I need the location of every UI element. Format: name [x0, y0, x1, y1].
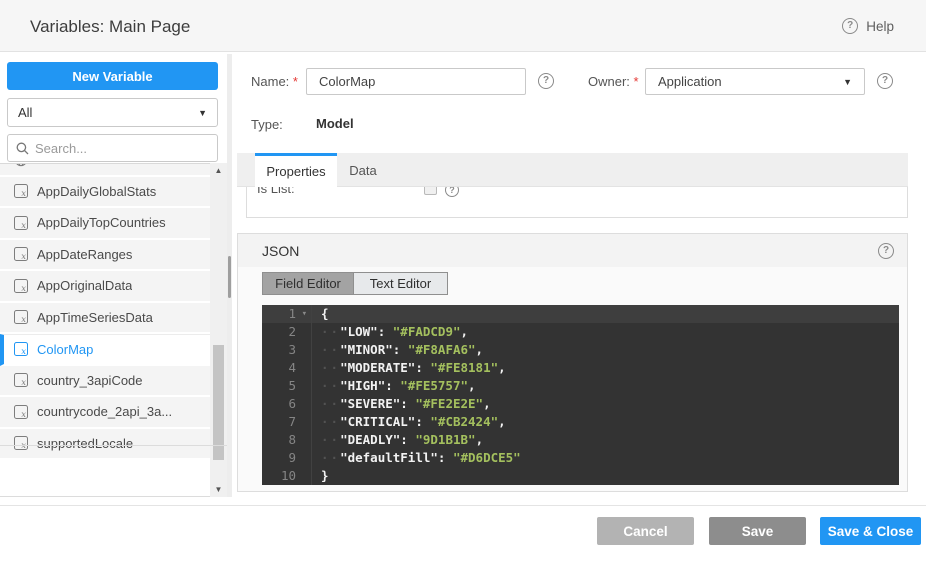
variable-icon: x [14, 436, 28, 450]
filter-dropdown[interactable]: All ▼ [7, 98, 218, 127]
save-button[interactable]: Save [709, 517, 806, 545]
new-variable-button[interactable]: New Variable [7, 62, 218, 90]
code-line: 6 ··"SEVERE": "#FE2E2E", [262, 395, 899, 413]
list-item[interactable]: x AppDailyTopCountries [0, 208, 210, 240]
scroll-up-icon[interactable]: ▲ [210, 166, 227, 175]
required-asterisk: * [293, 74, 298, 89]
json-section: JSON ? Field Editor Text Editor 1▾ { 2 ·… [237, 233, 908, 492]
list-item-label: wsvTimeSeriesData [37, 163, 152, 167]
list-item[interactable]: x countrycode_2api_3a... [0, 397, 210, 429]
list-item[interactable]: wsvTimeSeriesData [0, 163, 210, 177]
list-item-label: AppDailyTopCountries [37, 215, 166, 230]
chevron-down-icon: ▼ [198, 108, 207, 118]
list-item[interactable]: x AppDateRanges [0, 240, 210, 272]
fold-caret-icon[interactable]: ▾ [302, 305, 307, 323]
list-item-label: AppOriginalData [37, 278, 132, 293]
code-line: 10 } [262, 467, 899, 485]
is-list-help-icon[interactable]: ? [445, 187, 459, 197]
list-item[interactable]: x AppTimeSeriesData [0, 303, 210, 335]
help-icon: ? [842, 18, 858, 34]
variables-dialog: Variables: Main Page ? Help New Variable… [0, 0, 926, 562]
tab-strip: Properties Data [237, 153, 908, 187]
list-scrollbar: ▲ ▼ [210, 163, 227, 497]
variable-icon: x [14, 310, 28, 324]
panel-scrollbar-thumb[interactable] [228, 256, 231, 298]
tab-properties[interactable]: Properties [255, 153, 337, 187]
save-close-button[interactable]: Save & Close [820, 517, 921, 545]
owner-label: Owner: * [588, 74, 639, 89]
variable-icon: x [14, 373, 28, 387]
variable-detail-panel: Name: * ? Owner: * Application ▼ ? Type:… [236, 52, 926, 505]
is-list-row: Is List: ? [246, 187, 908, 218]
type-value: Model [316, 116, 354, 131]
variable-icon: x [14, 279, 28, 293]
code-line: 5 ··"HIGH": "#FE5757", [262, 377, 899, 395]
list-item-label: AppTimeSeriesData [37, 310, 153, 325]
tab-data[interactable]: Data [337, 153, 389, 187]
text-editor-button[interactable]: Text Editor [354, 273, 447, 294]
help-link[interactable]: ? Help [842, 18, 894, 34]
code-line: 7 ··"CRITICAL": "#CB2424", [262, 413, 899, 431]
required-asterisk: * [634, 74, 639, 89]
list-item-label: ColorMap [37, 342, 93, 357]
sidebar-bottom-border [0, 445, 227, 446]
panel-scrollbar [227, 54, 232, 497]
variable-icon: x [14, 342, 28, 356]
name-help-icon[interactable]: ? [538, 73, 554, 89]
list-item-label: AppDateRanges [37, 247, 132, 262]
list-item[interactable]: x country_3apiCode [0, 366, 210, 398]
variable-list: wsvTimeSeriesData x AppDailyGlobalStats … [0, 163, 227, 497]
list-item[interactable]: x AppDailyGlobalStats [0, 177, 210, 209]
chevron-down-icon: ▼ [843, 77, 852, 87]
json-help-icon[interactable]: ? [878, 243, 894, 259]
dialog-header: Variables: Main Page ? Help [0, 0, 926, 52]
is-list-label: Is List: [257, 187, 295, 196]
search-icon [16, 142, 29, 155]
variable-icon: x [14, 247, 28, 261]
code-line: 9 ··"defaultFill": "#D6DCE5" [262, 449, 899, 467]
code-line: 4 ··"MODERATE": "#FE8181", [262, 359, 899, 377]
list-item-label: supportedLocale [37, 436, 133, 451]
code-line: 8 ··"DEADLY": "9D1B1B", [262, 431, 899, 449]
variables-sidebar: New Variable All ▼ [0, 52, 232, 505]
variable-icon: x [14, 216, 28, 230]
filter-value: All [18, 105, 32, 120]
variable-icon: x [14, 184, 28, 198]
code-line: 1▾ { [262, 305, 899, 323]
code-line: 2 ··"LOW": "#FADCD9", [262, 323, 899, 341]
json-section-header: JSON ? [238, 234, 907, 267]
name-input[interactable] [306, 68, 526, 95]
help-label: Help [866, 19, 894, 34]
is-list-checkbox[interactable] [424, 187, 437, 195]
list-item[interactable]: x AppOriginalData [0, 271, 210, 303]
footer-divider [0, 505, 926, 506]
editor-mode-toggle: Field Editor Text Editor [262, 272, 448, 295]
owner-dropdown[interactable]: Application ▼ [645, 68, 865, 95]
search-box [7, 134, 218, 162]
json-title: JSON [262, 243, 299, 259]
list-item-label: AppDailyGlobalStats [37, 184, 156, 199]
code-line: 3 ··"MINOR": "#F8AFA6", [262, 341, 899, 359]
name-label: Name: * [251, 74, 298, 89]
variable-icon: x [14, 405, 28, 419]
json-code-editor[interactable]: 1▾ { 2 ··"LOW": "#FADCD9", 3 ··"MINOR": … [262, 305, 899, 485]
owner-value: Application [658, 74, 722, 89]
list-item-label: countrycode_2api_3a... [37, 404, 172, 419]
scroll-down-icon[interactable]: ▼ [210, 485, 227, 494]
cancel-button[interactable]: Cancel [597, 517, 694, 545]
list-item-label: country_3apiCode [37, 373, 143, 388]
type-label: Type: [251, 117, 283, 132]
globe-icon [14, 163, 28, 167]
list-item-selected[interactable]: x ColorMap [0, 334, 210, 366]
field-editor-button[interactable]: Field Editor [263, 273, 354, 294]
page-title: Variables: Main Page [30, 17, 190, 37]
list-scrollbar-thumb[interactable] [213, 345, 224, 460]
search-input[interactable] [35, 141, 195, 156]
owner-help-icon[interactable]: ? [877, 73, 893, 89]
